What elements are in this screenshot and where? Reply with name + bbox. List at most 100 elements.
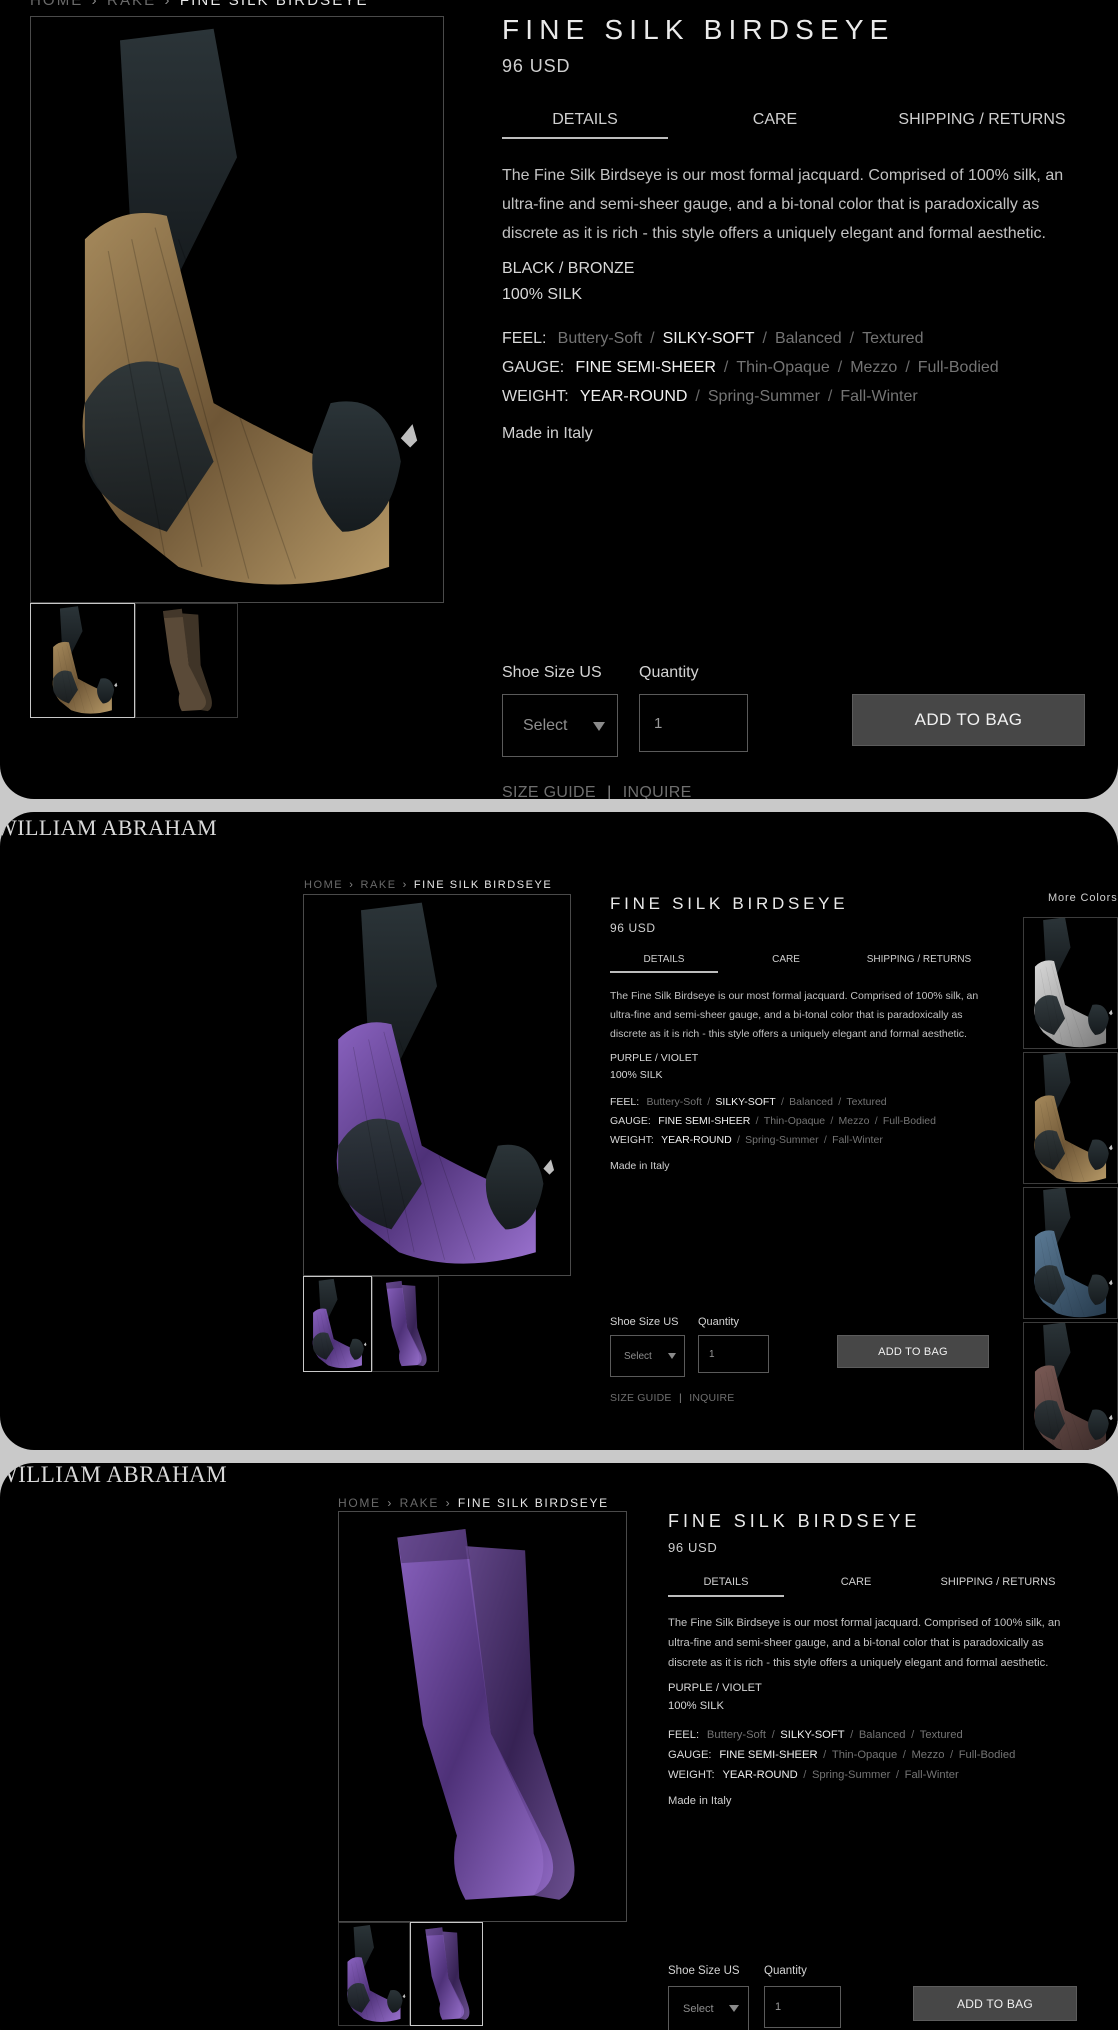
weight-option: Spring-Summer — [745, 1134, 819, 1146]
option-separator: / — [905, 359, 910, 376]
option-separator: / — [823, 1749, 827, 1761]
weight-option: Fall-Winter — [904, 1769, 959, 1781]
weight-row: WEIGHT: YEAR-ROUND / Spring-Summer / Fall-Win… — [502, 382, 1082, 411]
breadcrumb-category[interactable]: RAKE — [400, 1496, 439, 1510]
product-tabs: DETAILS CARE SHIPPING / RETURNS — [668, 1571, 1068, 1597]
tab-details[interactable]: DETAILS — [610, 949, 718, 973]
product-title: FINE SILK BIRDSEYE — [610, 894, 849, 913]
tab-shipping-returns[interactable]: SHIPPING / RETURNS — [854, 949, 984, 973]
size-select-value: Select — [523, 716, 568, 734]
breadcrumb: HOME › RAKE › FINE SILK BIRDSEYE — [338, 1496, 609, 1510]
quantity-input[interactable]: 1 — [639, 694, 748, 752]
product-info: FINE SILK BIRDSEYE 96 USD DETAILS CARE S… — [610, 894, 984, 1172]
option-separator: / — [911, 1729, 915, 1741]
inquire-link[interactable]: INQUIRE — [689, 1392, 734, 1404]
main-product-image[interactable] — [30, 16, 444, 603]
thumbnail-1[interactable] — [303, 1276, 372, 1372]
size-select[interactable]: Select — [502, 694, 618, 757]
size-guide-link[interactable]: SIZE GUIDE — [610, 1392, 672, 1404]
add-to-bag-button[interactable]: ADD TO BAG — [837, 1335, 989, 1368]
tab-details[interactable]: DETAILS — [502, 105, 668, 139]
product-description: The Fine Silk Birdseye is our most forma… — [668, 1617, 1061, 1669]
tab-details[interactable]: DETAILS — [668, 1571, 784, 1597]
breadcrumb-category[interactable]: RAKE — [360, 879, 396, 891]
quantity-label: Quantity — [764, 1965, 807, 1977]
swatch-bronze-sock[interactable] — [1023, 1052, 1118, 1184]
size-select[interactable]: Select — [610, 1335, 685, 1377]
main-product-image[interactable] — [338, 1511, 627, 1922]
swatch-blue-sock[interactable] — [1023, 1187, 1118, 1319]
thumbnail-2[interactable] — [410, 1922, 483, 2026]
brand-logo[interactable]: WILLIAM ABRAHAM — [0, 1463, 227, 1488]
quantity-input[interactable]: 1 — [698, 1335, 769, 1373]
inquire-link[interactable]: INQUIRE — [623, 784, 692, 799]
option-separator: / — [874, 1115, 878, 1127]
breadcrumb-current: FINE SILK BIRDSEYE — [179, 0, 369, 9]
thumbnail-1[interactable] — [338, 1922, 410, 2026]
size-select[interactable]: Select — [668, 1986, 749, 2030]
breadcrumb-home[interactable]: HOME — [304, 879, 343, 891]
weight-label: WEIGHT: — [668, 1769, 715, 1781]
gauge-option: FINE SEMI-SHEER — [658, 1115, 751, 1127]
gauge-option: FINE SEMI-SHEER — [719, 1749, 818, 1761]
option-separator: / — [849, 330, 855, 347]
quantity-label: Quantity — [698, 1316, 739, 1328]
option-separator: / — [803, 1769, 807, 1781]
tab-care[interactable]: CARE — [746, 949, 826, 973]
tab-shipping-returns[interactable]: SHIPPING / RETURNS — [928, 1571, 1068, 1597]
thumbnail-2[interactable] — [135, 603, 238, 718]
gauge-option: Full-Bodied — [958, 1749, 1016, 1761]
gauge-row: GAUGE: FINE SEMI-SHEER / Thin-Opaque / Mezzo /… — [668, 1745, 1068, 1765]
product-tabs: DETAILS CARE SHIPPING / RETURNS — [502, 105, 1082, 139]
size-select-value: Select — [683, 2002, 714, 2015]
feel-option: Buttery-Soft — [557, 330, 643, 347]
option-separator: / — [650, 330, 655, 347]
tab-care[interactable]: CARE — [816, 1571, 896, 1597]
option-separator: / — [827, 388, 833, 405]
breadcrumb-category[interactable]: RAKE — [107, 0, 156, 9]
thumbnail-2[interactable] — [372, 1276, 439, 1372]
add-to-bag-button[interactable]: ADD TO BAG — [913, 1986, 1077, 2021]
option-separator: / — [838, 1096, 842, 1108]
divider: | — [678, 1392, 682, 1404]
option-separator: / — [823, 1134, 827, 1146]
option-separator: / — [695, 388, 700, 405]
tab-care[interactable]: CARE — [715, 105, 835, 139]
gauge-option: Thin-Opaque — [831, 1749, 898, 1761]
gauge-option: Mezzo — [911, 1749, 945, 1761]
feel-option: Buttery-Soft — [706, 1729, 766, 1741]
size-guide-link[interactable]: SIZE GUIDE — [502, 784, 596, 799]
feel-label: FEEL: — [668, 1729, 700, 1741]
option-separator: / — [895, 1769, 900, 1781]
gauge-option: Mezzo — [838, 1115, 870, 1127]
breadcrumb-separator: › — [164, 0, 172, 9]
breadcrumb-separator: › — [402, 879, 408, 891]
weight-option: Fall-Winter — [832, 1134, 883, 1146]
gauge-option: Thin-Opaque — [736, 359, 830, 376]
weight-option: Spring-Summer — [811, 1769, 891, 1781]
quantity-input[interactable]: 1 — [764, 1986, 841, 2028]
product-attributes: FEEL: Buttery-Soft / SILKY-SOFT / Balanced / Te… — [668, 1725, 1068, 1785]
option-separator: / — [950, 1749, 954, 1761]
tab-shipping-returns[interactable]: SHIPPING / RETURNS — [882, 105, 1082, 139]
product-view-1: HOME › RAKE › FINE SILK BIRDSEYE FINE SILK B… — [0, 0, 1118, 799]
feel-option: SILKY-SOFT — [715, 1096, 776, 1108]
product-title: FINE SILK BIRDSEYE — [502, 14, 895, 45]
breadcrumb-home[interactable]: HOME — [338, 1496, 381, 1510]
swatch-brown-sock[interactable] — [1023, 1322, 1118, 1450]
feel-option: SILKY-SOFT — [780, 1729, 845, 1741]
product-info: FINE SILK BIRDSEYE 96 USD DETAILS CARE S… — [668, 1511, 1068, 1807]
add-to-bag-button[interactable]: ADD TO BAG — [852, 694, 1085, 746]
chevron-down-icon — [593, 722, 605, 731]
brand-logo[interactable]: WILLIAM ABRAHAM — [0, 815, 217, 841]
breadcrumb-home[interactable]: HOME — [30, 0, 83, 9]
quantity-label: Quantity — [639, 664, 699, 681]
main-product-image[interactable] — [303, 894, 571, 1276]
gauge-row: GAUGE: FINE SEMI-SHEER / Thin-Opaque / Mezzo /… — [502, 353, 1082, 382]
option-separator: / — [771, 1729, 775, 1741]
thumbnail-1[interactable] — [30, 603, 135, 718]
option-separator: / — [723, 359, 729, 376]
product-info: FINE SILK BIRDSEYE 96 USD DETAILS CARE S… — [502, 14, 1082, 443]
swatch-grey-sock[interactable] — [1023, 917, 1118, 1049]
more-colors-label: More Colors — [1048, 892, 1118, 904]
